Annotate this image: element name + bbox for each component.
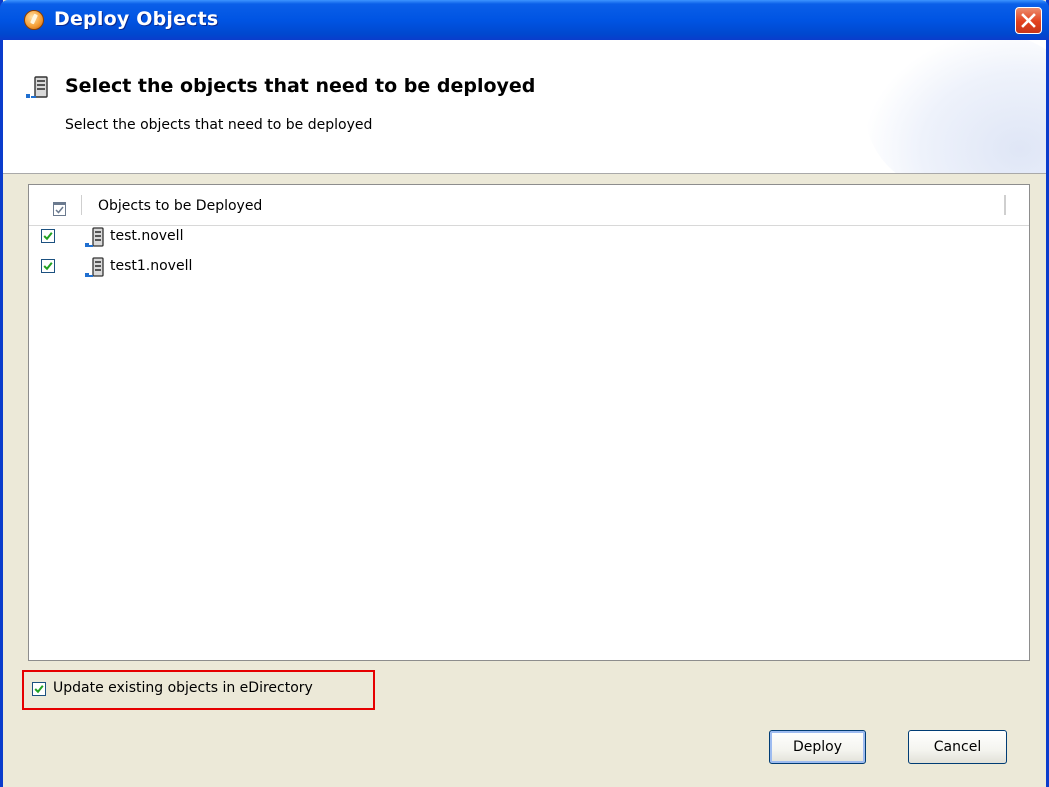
checkmark-icon	[43, 262, 53, 271]
cancel-button[interactable]: Cancel	[908, 730, 1007, 764]
header-decoration	[866, 40, 1046, 173]
server-object-icon	[26, 76, 48, 98]
objects-table: Objects to be Deployed test.novell test1…	[28, 184, 1030, 661]
wizard-header: Select the objects that need to be deplo…	[3, 40, 1046, 174]
table-header: Objects to be Deployed	[29, 185, 1029, 226]
table-row[interactable]: test.novell	[29, 226, 1029, 256]
row-checkbox[interactable]	[41, 229, 55, 243]
checkmark-icon	[43, 232, 53, 241]
update-existing-label[interactable]: Update existing objects in eDirectory	[53, 680, 313, 696]
app-icon	[24, 10, 44, 30]
table-row[interactable]: test1.novell	[29, 256, 1029, 286]
title-bar[interactable]: Deploy Objects	[0, 0, 1049, 40]
server-object-icon	[85, 227, 104, 247]
server-object-icon	[85, 257, 104, 277]
update-existing-highlight: Update existing objects in eDirectory	[22, 670, 375, 710]
checkmark-icon	[55, 206, 64, 214]
object-name: test.novell	[110, 228, 184, 244]
row-checkbox[interactable]	[41, 259, 55, 273]
page-title: Select the objects that need to be deplo…	[65, 75, 536, 97]
page-description: Select the objects that need to be deplo…	[65, 117, 373, 133]
column-header-objects[interactable]: Objects to be Deployed	[98, 198, 262, 214]
column-divider[interactable]	[81, 195, 82, 215]
column-divider[interactable]	[1004, 195, 1007, 215]
close-icon	[1021, 13, 1036, 28]
close-button[interactable]	[1015, 7, 1042, 34]
deploy-button[interactable]: Deploy	[769, 730, 866, 764]
update-existing-checkbox[interactable]	[32, 682, 46, 696]
object-name: test1.novell	[110, 258, 193, 274]
select-all-checkbox[interactable]	[53, 202, 66, 216]
deploy-objects-dialog: Deploy Objects Select the objects that n…	[0, 0, 1049, 787]
checkmark-icon	[34, 685, 44, 694]
window-title: Deploy Objects	[54, 8, 219, 30]
